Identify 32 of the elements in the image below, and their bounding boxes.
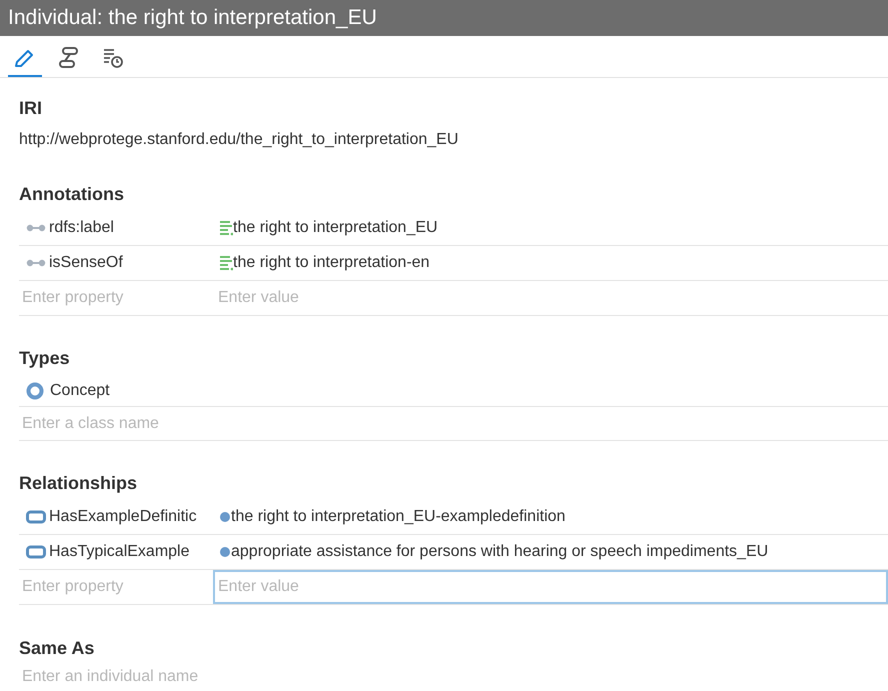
dot-icon bbox=[219, 511, 231, 523]
individual-input[interactable]: Enter an individual name bbox=[19, 660, 888, 691]
rounded-rectangle-icon bbox=[26, 544, 46, 560]
window-title: Individual: the right to interpretation_EU bbox=[0, 0, 888, 36]
value-text: the right to interpretation_EU-exampledefinition bbox=[231, 507, 566, 527]
annotation-property-icon bbox=[26, 258, 46, 268]
ring-icon bbox=[26, 382, 44, 400]
value-text: the right to interpretation_EU bbox=[233, 218, 438, 238]
value-text: the right to interpretation-en bbox=[233, 253, 430, 273]
section-heading: Types bbox=[19, 347, 71, 370]
class-name: Concept bbox=[50, 380, 110, 400]
annotation-property-icon bbox=[26, 223, 46, 233]
property-input[interactable]: Enter property bbox=[19, 281, 213, 315]
graph-icon bbox=[57, 45, 81, 69]
property-name: HasTypicalExample bbox=[49, 542, 190, 562]
class-input[interactable]: Enter a class name bbox=[19, 407, 888, 441]
property-name: isSenseOf bbox=[49, 253, 123, 273]
text-lines-icon bbox=[219, 220, 233, 236]
property-name: rdfs:label bbox=[49, 218, 114, 238]
section-heading: Relationships bbox=[19, 472, 138, 495]
rounded-rectangle-icon bbox=[26, 509, 46, 525]
property-input[interactable]: Enter property bbox=[19, 570, 213, 604]
section-heading: Same As bbox=[19, 637, 96, 660]
value-text: appropriate assistance for persons with hearing or speech impediments_EU bbox=[231, 542, 768, 562]
section-heading: IRI bbox=[19, 97, 44, 120]
value-input[interactable]: Enter value bbox=[213, 281, 888, 315]
section-heading: Annotations bbox=[19, 183, 125, 206]
iri-text: http://webprotege.stanford.edu/the_right_to_interpretation_EU bbox=[19, 130, 460, 150]
property-name: HasExampleDefinitic bbox=[49, 507, 197, 527]
text-lines-icon bbox=[219, 255, 233, 271]
value-input[interactable]: Enter value bbox=[213, 570, 888, 604]
dot-icon bbox=[219, 546, 231, 558]
